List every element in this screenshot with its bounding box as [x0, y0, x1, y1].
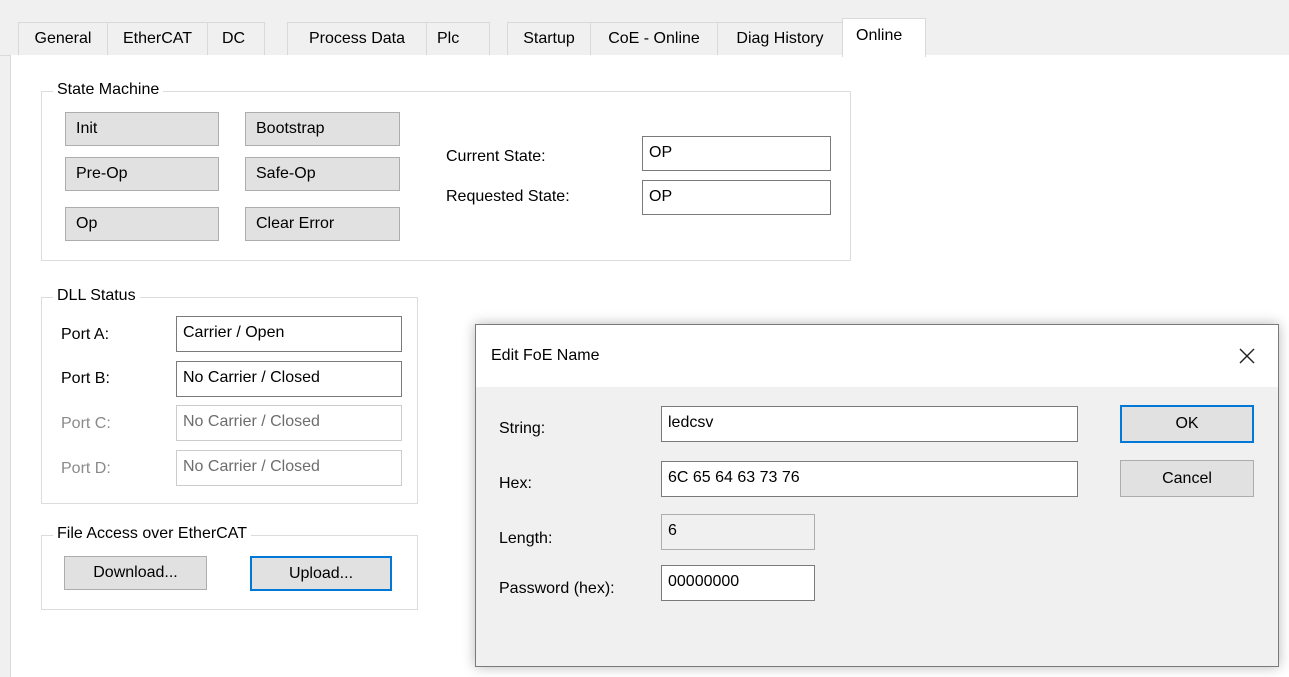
- password-label: Password (hex):: [499, 580, 615, 597]
- length-label: Length:: [499, 530, 553, 547]
- tab-label: Online: [856, 27, 903, 44]
- port-d-field: No Carrier / Closed: [176, 450, 402, 486]
- upload-button[interactable]: Upload...: [250, 556, 392, 591]
- state-machine-title: State Machine: [53, 81, 164, 99]
- port-b-label: Port B:: [61, 370, 110, 387]
- tab-label: Process Data: [308, 30, 406, 47]
- tab-diag-history[interactable]: Diag History: [717, 22, 843, 55]
- dialog-title: Edit FoE Name: [491, 347, 600, 364]
- init-button[interactable]: Init: [65, 112, 219, 146]
- length-field: 6: [661, 514, 815, 550]
- tab-label: Plc: [437, 30, 460, 47]
- tab-startup[interactable]: Startup: [507, 22, 591, 55]
- cancel-button[interactable]: Cancel: [1120, 460, 1254, 497]
- tab-label: EtherCAT: [122, 30, 193, 47]
- port-c-label: Port C:: [61, 415, 111, 432]
- tab-label: Diag History: [736, 30, 824, 47]
- download-button[interactable]: Download...: [64, 556, 207, 590]
- current-state-field: OP: [642, 136, 831, 171]
- port-a-label: Port A:: [61, 326, 110, 343]
- clear-error-button[interactable]: Clear Error: [245, 207, 400, 241]
- tab-label: DC: [222, 30, 246, 47]
- requested-state-field: OP: [642, 180, 831, 215]
- hex-label: Hex:: [499, 475, 532, 492]
- tab-online[interactable]: Online: [842, 18, 926, 57]
- bootstrap-button[interactable]: Bootstrap: [245, 112, 400, 146]
- foe-title: File Access over EtherCAT: [53, 525, 251, 543]
- string-input[interactable]: ledcsv: [661, 406, 1078, 442]
- hex-input[interactable]: 6C 65 64 63 73 76: [661, 461, 1078, 497]
- close-icon[interactable]: [1232, 341, 1262, 371]
- tab-coe-online[interactable]: CoE - Online: [590, 22, 718, 55]
- dll-status-title: DLL Status: [53, 287, 140, 305]
- tab-ethercat[interactable]: EtherCAT: [107, 22, 208, 55]
- tab-general[interactable]: General: [18, 22, 108, 55]
- edit-foe-name-dialog: Edit FoE Name String: ledcsv Hex: 6C 65 …: [475, 324, 1279, 667]
- port-a-field: Carrier / Open: [176, 316, 402, 352]
- port-b-field: No Carrier / Closed: [176, 361, 402, 397]
- requested-state-label: Requested State:: [446, 188, 570, 205]
- string-label: String:: [499, 420, 546, 437]
- tab-label: CoE - Online: [608, 30, 700, 47]
- pre-op-button[interactable]: Pre-Op: [65, 157, 219, 191]
- tab-dc[interactable]: DC: [207, 22, 265, 55]
- password-input[interactable]: 00000000: [661, 565, 815, 601]
- tab-plc[interactable]: Plc: [426, 22, 490, 55]
- safe-op-button[interactable]: Safe-Op: [245, 157, 400, 191]
- port-c-field: No Carrier / Closed: [176, 405, 402, 441]
- ok-button[interactable]: OK: [1120, 405, 1254, 443]
- tab-process-data[interactable]: Process Data: [287, 22, 427, 55]
- op-button[interactable]: Op: [65, 207, 219, 241]
- tab-label: General: [34, 30, 92, 47]
- dialog-titlebar[interactable]: Edit FoE Name: [476, 325, 1278, 387]
- current-state-label: Current State:: [446, 148, 546, 165]
- tab-label: Startup: [523, 30, 575, 47]
- port-d-label: Port D:: [61, 460, 111, 477]
- tab-strip: General EtherCAT DC Process Data Plc Sta…: [0, 0, 1289, 57]
